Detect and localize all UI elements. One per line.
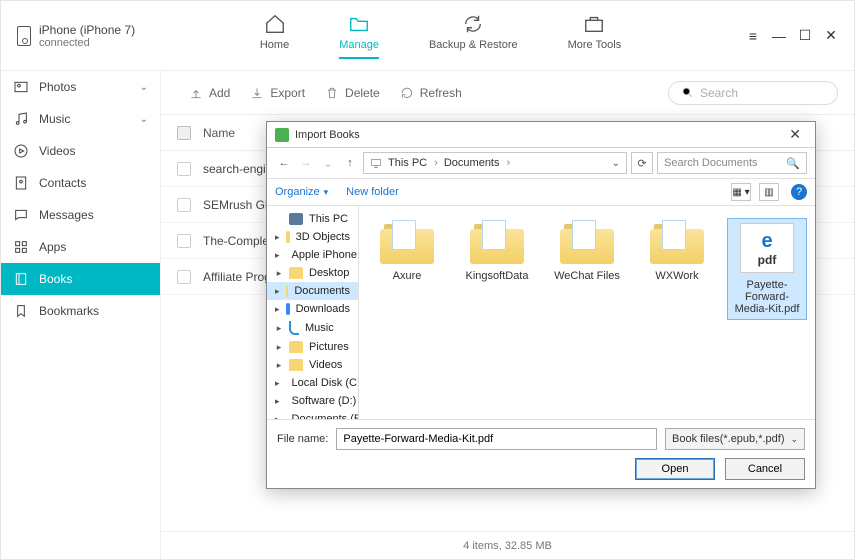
open-button[interactable]: Open xyxy=(635,458,715,480)
tab-backup[interactable]: Backup & Restore xyxy=(429,13,518,59)
maximize-button[interactable]: ☐ xyxy=(798,29,812,43)
cancel-button[interactable]: Cancel xyxy=(725,458,805,480)
add-button[interactable]: Add xyxy=(189,86,230,100)
device-connected: connected xyxy=(39,37,135,49)
breadcrumb-drop-icon[interactable]: ⌄ xyxy=(612,158,620,169)
toolbox-icon xyxy=(583,13,605,35)
video-icon xyxy=(13,143,29,159)
view-mode-button[interactable]: ▦ ▾ xyxy=(731,183,751,201)
file-folder[interactable]: WXWork xyxy=(637,218,717,286)
sidebar-item-photos[interactable]: Photos ⌄ xyxy=(1,71,160,103)
tab-manage[interactable]: Manage xyxy=(339,13,379,59)
chevron-down-icon: ⌄ xyxy=(140,114,148,125)
top-tabs: Home Manage Backup & Restore More Tools xyxy=(135,13,746,59)
close-button[interactable]: ✕ xyxy=(824,29,838,43)
music-icon xyxy=(13,111,29,127)
new-folder-button[interactable]: New folder xyxy=(346,186,399,198)
tree-item[interactable]: ▸Local Disk (C:) xyxy=(267,374,358,392)
tree-item[interactable]: ▸Music xyxy=(267,318,358,338)
sidebar-item-videos[interactable]: Videos xyxy=(1,135,160,167)
file-type-select[interactable]: Book files(*.epub,*.pdf)⌄ xyxy=(665,428,805,450)
row-checkbox[interactable] xyxy=(177,234,191,248)
contacts-icon xyxy=(13,175,29,191)
breadcrumb[interactable]: This PC Documents ⌄ xyxy=(363,152,627,174)
file-open-dialog: Import Books ✕ ← → ⌄ ↑ This PC Documents… xyxy=(266,121,816,489)
file-grid[interactable]: AxureKingsoftDataWeChat FilesWXWorkepdfP… xyxy=(359,206,815,419)
search-icon: 🔍 xyxy=(786,157,800,170)
messages-icon xyxy=(13,207,29,223)
photos-icon xyxy=(13,79,29,95)
dialog-close-button[interactable]: ✕ xyxy=(783,126,807,143)
file-name-label: File name: xyxy=(277,433,328,445)
row-checkbox[interactable] xyxy=(177,162,191,176)
tree-item[interactable]: ▸Desktop xyxy=(267,264,358,282)
status-bar: 4 items, 32.85 MB xyxy=(161,531,854,559)
row-checkbox[interactable] xyxy=(177,198,191,212)
folder-tree[interactable]: This PC▸3D Objects▸Apple iPhone▸Desktop▸… xyxy=(267,206,359,419)
books-icon xyxy=(13,271,29,287)
nav-recent-button[interactable]: ⌄ xyxy=(319,157,337,170)
chevron-down-icon: ⌄ xyxy=(140,82,148,93)
sidebar-item-music[interactable]: Music ⌄ xyxy=(1,103,160,135)
sidebar-item-books[interactable]: Books xyxy=(1,263,160,295)
sidebar: Photos ⌄ Music ⌄ Videos Contacts Message… xyxy=(1,71,161,559)
select-all-checkbox[interactable] xyxy=(177,126,191,140)
file-folder[interactable]: KingsoftData xyxy=(457,218,537,286)
nav-refresh-button[interactable]: ⟳ xyxy=(631,152,653,174)
nav-forward-button[interactable]: → xyxy=(297,157,315,169)
dialog-title: Import Books xyxy=(295,129,360,141)
apps-icon xyxy=(13,239,29,255)
phone-icon xyxy=(17,26,31,46)
file-name-input[interactable] xyxy=(336,428,657,450)
file-folder[interactable]: Axure xyxy=(367,218,447,286)
tree-item[interactable]: ▸Videos xyxy=(267,356,358,374)
export-button[interactable]: Export xyxy=(250,86,305,100)
file-pdf[interactable]: epdfPayette-Forward-Media-Kit.pdf xyxy=(727,218,807,320)
minimize-button[interactable]: — xyxy=(772,29,786,43)
organize-menu[interactable]: Organize ▾ xyxy=(275,186,328,198)
bookmark-icon xyxy=(13,303,29,319)
search-icon xyxy=(681,86,694,99)
pc-icon xyxy=(370,157,382,169)
nav-up-button[interactable]: ↑ xyxy=(341,157,359,169)
tree-item[interactable]: ▸Downloads xyxy=(267,300,358,318)
tree-item[interactable]: ▸Software (D:) xyxy=(267,392,358,410)
row-checkbox[interactable] xyxy=(177,270,191,284)
delete-button[interactable]: Delete xyxy=(325,86,380,100)
home-icon xyxy=(264,13,286,35)
column-name: Name xyxy=(203,126,235,140)
device-status: iPhone (iPhone 7) connected xyxy=(17,23,135,49)
sidebar-item-apps[interactable]: Apps xyxy=(1,231,160,263)
folder-icon xyxy=(348,13,370,35)
top-bar: iPhone (iPhone 7) connected Home Manage … xyxy=(1,1,854,71)
refresh-button[interactable]: Refresh xyxy=(400,86,462,100)
sidebar-item-contacts[interactable]: Contacts xyxy=(1,167,160,199)
tab-more-tools[interactable]: More Tools xyxy=(568,13,622,59)
tree-item[interactable]: ▸Documents (E:) xyxy=(267,410,358,419)
menu-icon[interactable]: ≡ xyxy=(746,29,760,43)
tree-item[interactable]: This PC xyxy=(267,210,358,228)
tree-item[interactable]: ▸Pictures xyxy=(267,338,358,356)
tree-item[interactable]: ▸3D Objects xyxy=(267,228,358,246)
sync-icon xyxy=(462,13,484,35)
sidebar-item-messages[interactable]: Messages xyxy=(1,199,160,231)
dialog-nav: ← → ⌄ ↑ This PC Documents ⌄ ⟳ Search Doc… xyxy=(267,148,815,178)
nav-back-button[interactable]: ← xyxy=(275,157,293,169)
device-name: iPhone (iPhone 7) xyxy=(39,23,135,37)
tree-item[interactable]: ▸Documents xyxy=(267,282,358,300)
file-folder[interactable]: WeChat Files xyxy=(547,218,627,286)
dialog-toolbar: Organize ▾ New folder ▦ ▾ ▥ ? xyxy=(267,178,815,206)
dialog-app-icon xyxy=(275,128,289,142)
help-button[interactable]: ? xyxy=(791,184,807,200)
content-toolbar: Add Export Delete Refresh Search xyxy=(161,71,854,115)
tab-home[interactable]: Home xyxy=(260,13,289,59)
sidebar-item-bookmarks[interactable]: Bookmarks xyxy=(1,295,160,327)
search-input[interactable]: Search xyxy=(668,81,838,105)
preview-pane-button[interactable]: ▥ xyxy=(759,183,779,201)
tree-item[interactable]: ▸Apple iPhone xyxy=(267,246,358,264)
dialog-titlebar: Import Books ✕ xyxy=(267,122,815,148)
window-buttons: ≡ — ☐ ✕ xyxy=(746,29,838,43)
dialog-search-input[interactable]: Search Documents 🔍 xyxy=(657,152,807,174)
